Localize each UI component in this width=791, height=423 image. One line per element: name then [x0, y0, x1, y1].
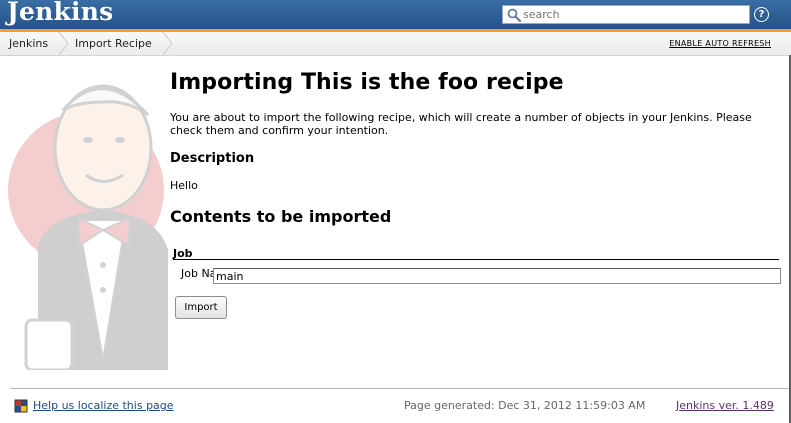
footer-divider — [10, 388, 791, 389]
search-icon — [507, 8, 522, 23]
description-text: Hello — [170, 179, 198, 192]
enable-auto-refresh-link[interactable]: ENABLE AUTO REFRESH — [669, 32, 771, 56]
page-title: Importing This is the foo recipe — [170, 70, 564, 95]
header-bar: Jenkins ? — [0, 0, 791, 29]
breadcrumb-separator-icon — [162, 32, 173, 55]
search-input[interactable] — [523, 6, 745, 23]
contents-heading: Contents to be imported — [170, 207, 392, 226]
localize-link[interactable]: Help us localize this page — [33, 399, 174, 412]
breadcrumb-separator-icon — [58, 32, 69, 55]
main-panel: Importing This is the foo recipe You are… — [170, 70, 782, 319]
jenkins-version-link[interactable]: Jenkins ver. 1.489 — [676, 399, 774, 412]
import-button[interactable]: Import — [175, 296, 227, 319]
job-name-field[interactable] — [213, 268, 781, 284]
help-icon[interactable]: ? — [754, 7, 769, 22]
breadcrumb-item-jenkins[interactable]: Jenkins — [9, 32, 48, 55]
search-box[interactable] — [502, 5, 750, 24]
breadcrumb: Jenkins Import Recipe ENABLE AUTO REFRES… — [0, 32, 791, 56]
intro-text: You are about to import the following re… — [170, 111, 752, 137]
job-section-divider — [173, 259, 779, 260]
jenkins-butler-icon — [8, 84, 168, 370]
breadcrumb-item-import-recipe[interactable]: Import Recipe — [75, 32, 152, 55]
description-heading: Description — [170, 151, 255, 166]
jenkins-logo[interactable]: Jenkins — [7, 0, 113, 26]
localize-flag-icon — [14, 399, 28, 413]
page-generated-text: Page generated: Dec 31, 2012 11:59:03 AM — [404, 399, 646, 412]
